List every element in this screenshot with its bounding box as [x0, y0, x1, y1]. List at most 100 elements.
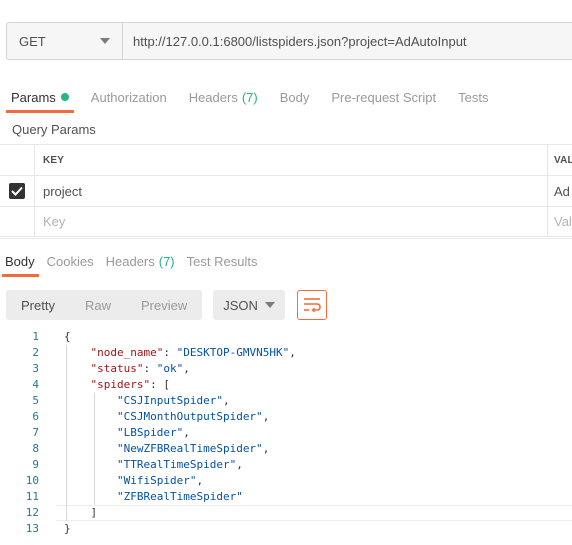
tab-label: Headers	[188, 89, 238, 105]
tab-test-results[interactable]: Test Results	[181, 246, 264, 276]
code-text: {	[64, 330, 71, 343]
line-number: 8	[32, 442, 39, 455]
code-text: "NewZFBRealTimeSpider",	[116, 442, 270, 455]
tab-headers[interactable]: Headers (7)	[178, 82, 269, 112]
method-label: GET	[19, 33, 46, 49]
line-number: 12	[25, 506, 39, 519]
code-text: "LBSpider",	[116, 426, 190, 439]
code-text: "spiders": [	[90, 378, 170, 391]
line-number: 4	[32, 378, 39, 391]
code-line: 2 "node_name": "DESKTOP-GMVN5HK",	[0, 345, 572, 361]
code-line: 7 "LBSpider",	[0, 425, 572, 441]
tab-cookies[interactable]: Cookies	[41, 246, 100, 276]
code-text: "node_name": "DESKTOP-GMVN5HK",	[90, 346, 296, 359]
line-number: 2	[32, 346, 39, 359]
response-code-editor[interactable]: 1{2 "node_name": "DESKTOP-GMVN5HK", 3 "st…	[0, 329, 572, 537]
table-header-row: KEY VAL	[0, 144, 572, 175]
code-text: "WifiSpider",	[116, 474, 204, 487]
tab-label: Authorization	[90, 89, 167, 105]
code-line: 10 "WifiSpider",	[0, 473, 572, 489]
tab-response-headers[interactable]: Headers (7)	[100, 246, 181, 276]
key-placeholder: Key	[43, 214, 66, 229]
code-text: "ZFBRealTimeSpider"	[116, 490, 243, 503]
code-line: 1{	[0, 329, 572, 345]
tab-params[interactable]: Params	[0, 82, 80, 113]
tab-label: Body	[279, 89, 310, 105]
checkbox-checked[interactable]	[9, 183, 25, 199]
line-number: 6	[32, 410, 39, 423]
code-line: 3 "status": "ok",	[0, 361, 572, 377]
value-placeholder: Val	[554, 214, 572, 229]
tab-label: Tests	[458, 89, 489, 105]
response-toolbar: Pretty Raw Preview JSON	[6, 290, 328, 320]
code-line: 8 "NewZFBRealTimeSpider",	[0, 441, 572, 457]
code-text: "CSJInputSpider",	[116, 394, 230, 407]
tab-label: Body	[5, 253, 35, 269]
request-bar: GET http://127.0.0.1:6800/listspiders.js…	[0, 0, 572, 82]
request-tabs: Params Authorization Headers (7) Body Pr…	[0, 82, 572, 113]
code-line: 4 "spiders": [	[0, 377, 572, 393]
line-number: 11	[25, 490, 39, 503]
code-line: 13}	[0, 521, 572, 537]
section-divider	[0, 238, 572, 239]
param-key-input[interactable]: project	[35, 176, 548, 206]
value-column-header: VAL	[554, 154, 572, 166]
line-number: 13	[25, 522, 39, 535]
pretty-button[interactable]: Pretty	[6, 290, 70, 320]
code-text: }	[64, 522, 71, 535]
code-line: 12 ]	[0, 505, 572, 521]
code-line: 5 "CSJInputSpider",	[0, 393, 572, 409]
line-number: 5	[32, 394, 39, 407]
format-group: Pretty Raw Preview	[6, 290, 203, 320]
param-value-text: Ad	[554, 183, 570, 199]
headers-count: (7)	[241, 89, 258, 105]
wrap-lines-button[interactable]	[297, 290, 328, 320]
line-number: 9	[32, 458, 39, 471]
tab-tests[interactable]: Tests	[447, 82, 499, 112]
row-check-cell	[0, 207, 35, 236]
tab-pre-request-script[interactable]: Pre-request Script	[320, 82, 447, 112]
code-line: 6 "CSJMonthOutputSpider",	[0, 409, 572, 425]
checkmark-icon	[11, 186, 23, 196]
code-text: ]	[64, 506, 98, 519]
param-key-text: project	[43, 183, 83, 199]
tab-body[interactable]: Body	[269, 82, 321, 112]
code-text: "status": "ok",	[90, 362, 190, 375]
chevron-down-icon	[100, 38, 110, 44]
new-value-input[interactable]: Val	[548, 207, 572, 236]
new-key-input[interactable]: Key	[35, 207, 548, 236]
table-row-new: Key Val	[0, 206, 572, 237]
language-label: JSON	[223, 297, 258, 313]
tab-label: Pre-request Script	[331, 89, 437, 105]
chevron-down-icon	[265, 302, 276, 308]
tab-label: Cookies	[46, 253, 94, 269]
url-input[interactable]: http://127.0.0.1:6800/listspiders.json?p…	[123, 23, 572, 59]
tab-label: Headers	[105, 253, 155, 269]
code-line: 9 "TTRealTimeSpider",	[0, 457, 572, 473]
tab-label: Test Results	[186, 253, 258, 269]
method-select[interactable]: GET	[7, 23, 123, 59]
code-text: "TTRealTimeSpider",	[116, 458, 243, 471]
line-number: 3	[32, 362, 39, 375]
response-tabs: Body Cookies Headers (7) Test Results	[0, 246, 572, 277]
line-number: 10	[25, 474, 39, 487]
header-check-cell	[0, 145, 35, 175]
key-column-header: KEY	[35, 145, 548, 175]
row-check-cell	[0, 176, 35, 206]
query-params-title: Query Params	[12, 122, 96, 137]
param-value-input[interactable]: Ad	[548, 176, 572, 206]
wrap-lines-icon	[304, 298, 322, 313]
request-input-group: GET http://127.0.0.1:6800/listspiders.js…	[6, 22, 572, 60]
tab-label: Params	[11, 89, 56, 105]
url-text: http://127.0.0.1:6800/listspiders.json?p…	[133, 33, 467, 49]
code-text: "CSJMonthOutputSpider",	[116, 410, 270, 423]
tab-response-body[interactable]: Body	[0, 246, 41, 277]
params-active-dot-icon	[60, 93, 69, 101]
language-select[interactable]: JSON	[213, 290, 286, 320]
table-row: project Ad	[0, 175, 572, 206]
preview-button[interactable]: Preview	[126, 290, 202, 320]
raw-button[interactable]: Raw	[70, 290, 126, 320]
tab-authorization[interactable]: Authorization	[80, 82, 178, 112]
headers-count: (7)	[158, 253, 175, 269]
line-number: 1	[32, 330, 39, 343]
